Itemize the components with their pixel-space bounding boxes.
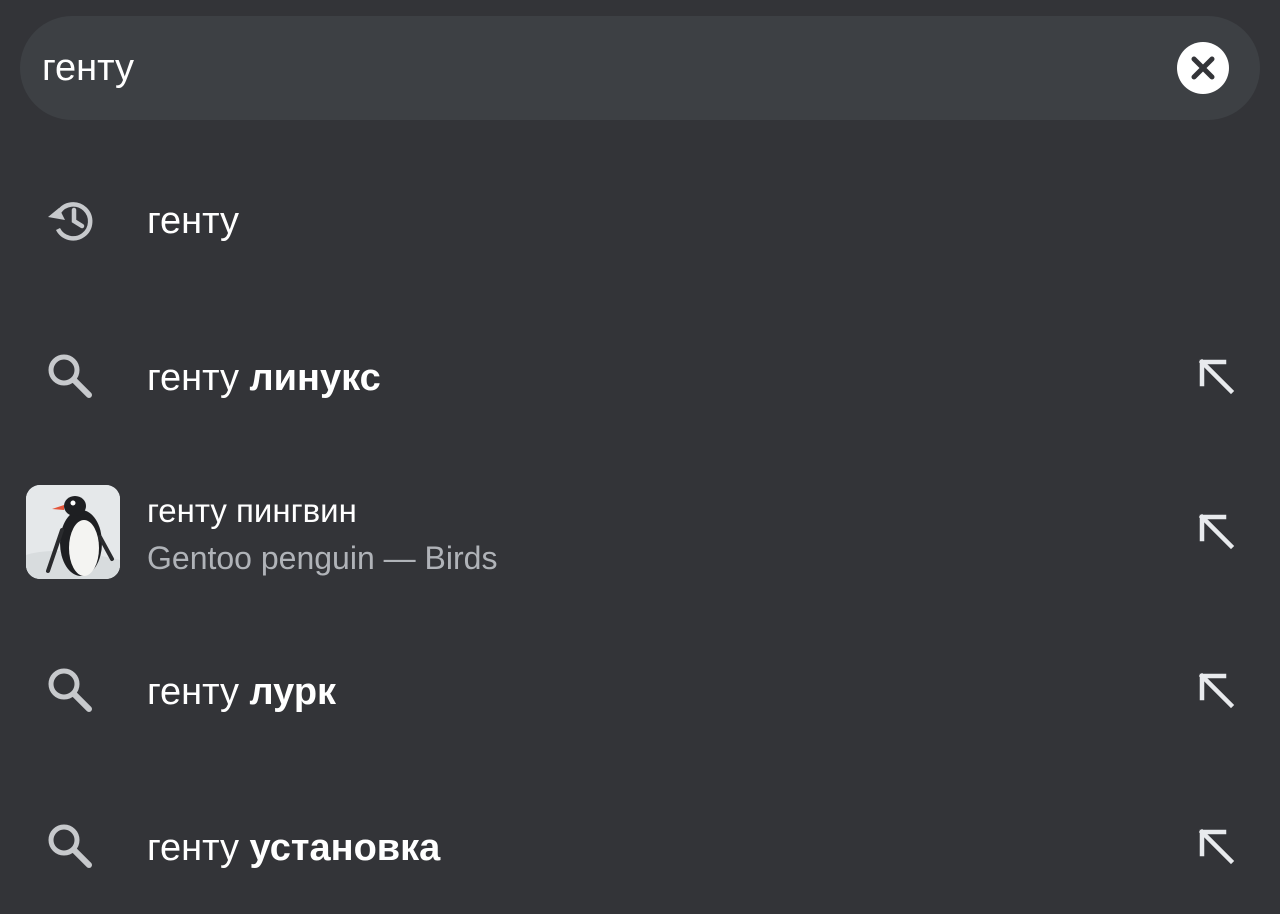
- arrow-up-left-icon[interactable]: [1190, 350, 1246, 406]
- suggestion-history-gentu[interactable]: генту: [0, 178, 1280, 268]
- search-icon: [48, 824, 92, 868]
- suggestion-query: генту: [147, 827, 250, 869]
- suggestion-query: генту: [147, 200, 239, 242]
- suggestion-completion: линукс: [249, 357, 381, 399]
- arrow-up-left-icon[interactable]: [1190, 505, 1246, 561]
- suggestion-query: генту: [147, 671, 250, 713]
- suggestion-label: генту: [147, 200, 239, 243]
- search-bar: [20, 16, 1260, 120]
- suggestion-gentu-lurk[interactable]: генту лурк: [0, 647, 1280, 737]
- close-icon: [1191, 56, 1215, 80]
- suggestion-gentu-install[interactable]: генту установка: [0, 803, 1280, 893]
- search-suggestions-screen: генту генту линукс: [0, 0, 1280, 914]
- suggestion-completion: установка: [249, 827, 441, 869]
- history-icon: [48, 202, 93, 241]
- suggestion-label: генту линукс: [147, 357, 381, 400]
- suggestion-label: генту лурк: [147, 671, 336, 714]
- suggestion-query: генту: [147, 357, 250, 399]
- suggestion-gentu-linux[interactable]: генту линукс: [0, 333, 1280, 423]
- penguin-thumbnail: [26, 485, 120, 579]
- suggestion-completion: лурк: [249, 671, 337, 713]
- suggestion-title: генту пингвин: [147, 492, 357, 529]
- search-input[interactable]: [42, 16, 1142, 120]
- search-icon: [48, 354, 92, 398]
- clear-search-button[interactable]: [1177, 42, 1229, 94]
- suggestion-label: генту установка: [147, 827, 440, 870]
- suggestion-gentu-penguin[interactable]: генту пингвин Gentoo penguin — Birds: [0, 480, 1280, 590]
- arrow-up-left-icon[interactable]: [1190, 820, 1246, 876]
- arrow-up-left-icon[interactable]: [1190, 664, 1246, 720]
- search-icon: [48, 668, 92, 712]
- suggestion-subtitle: Gentoo penguin — Birds: [147, 540, 498, 576]
- penguin-icon: [26, 485, 120, 579]
